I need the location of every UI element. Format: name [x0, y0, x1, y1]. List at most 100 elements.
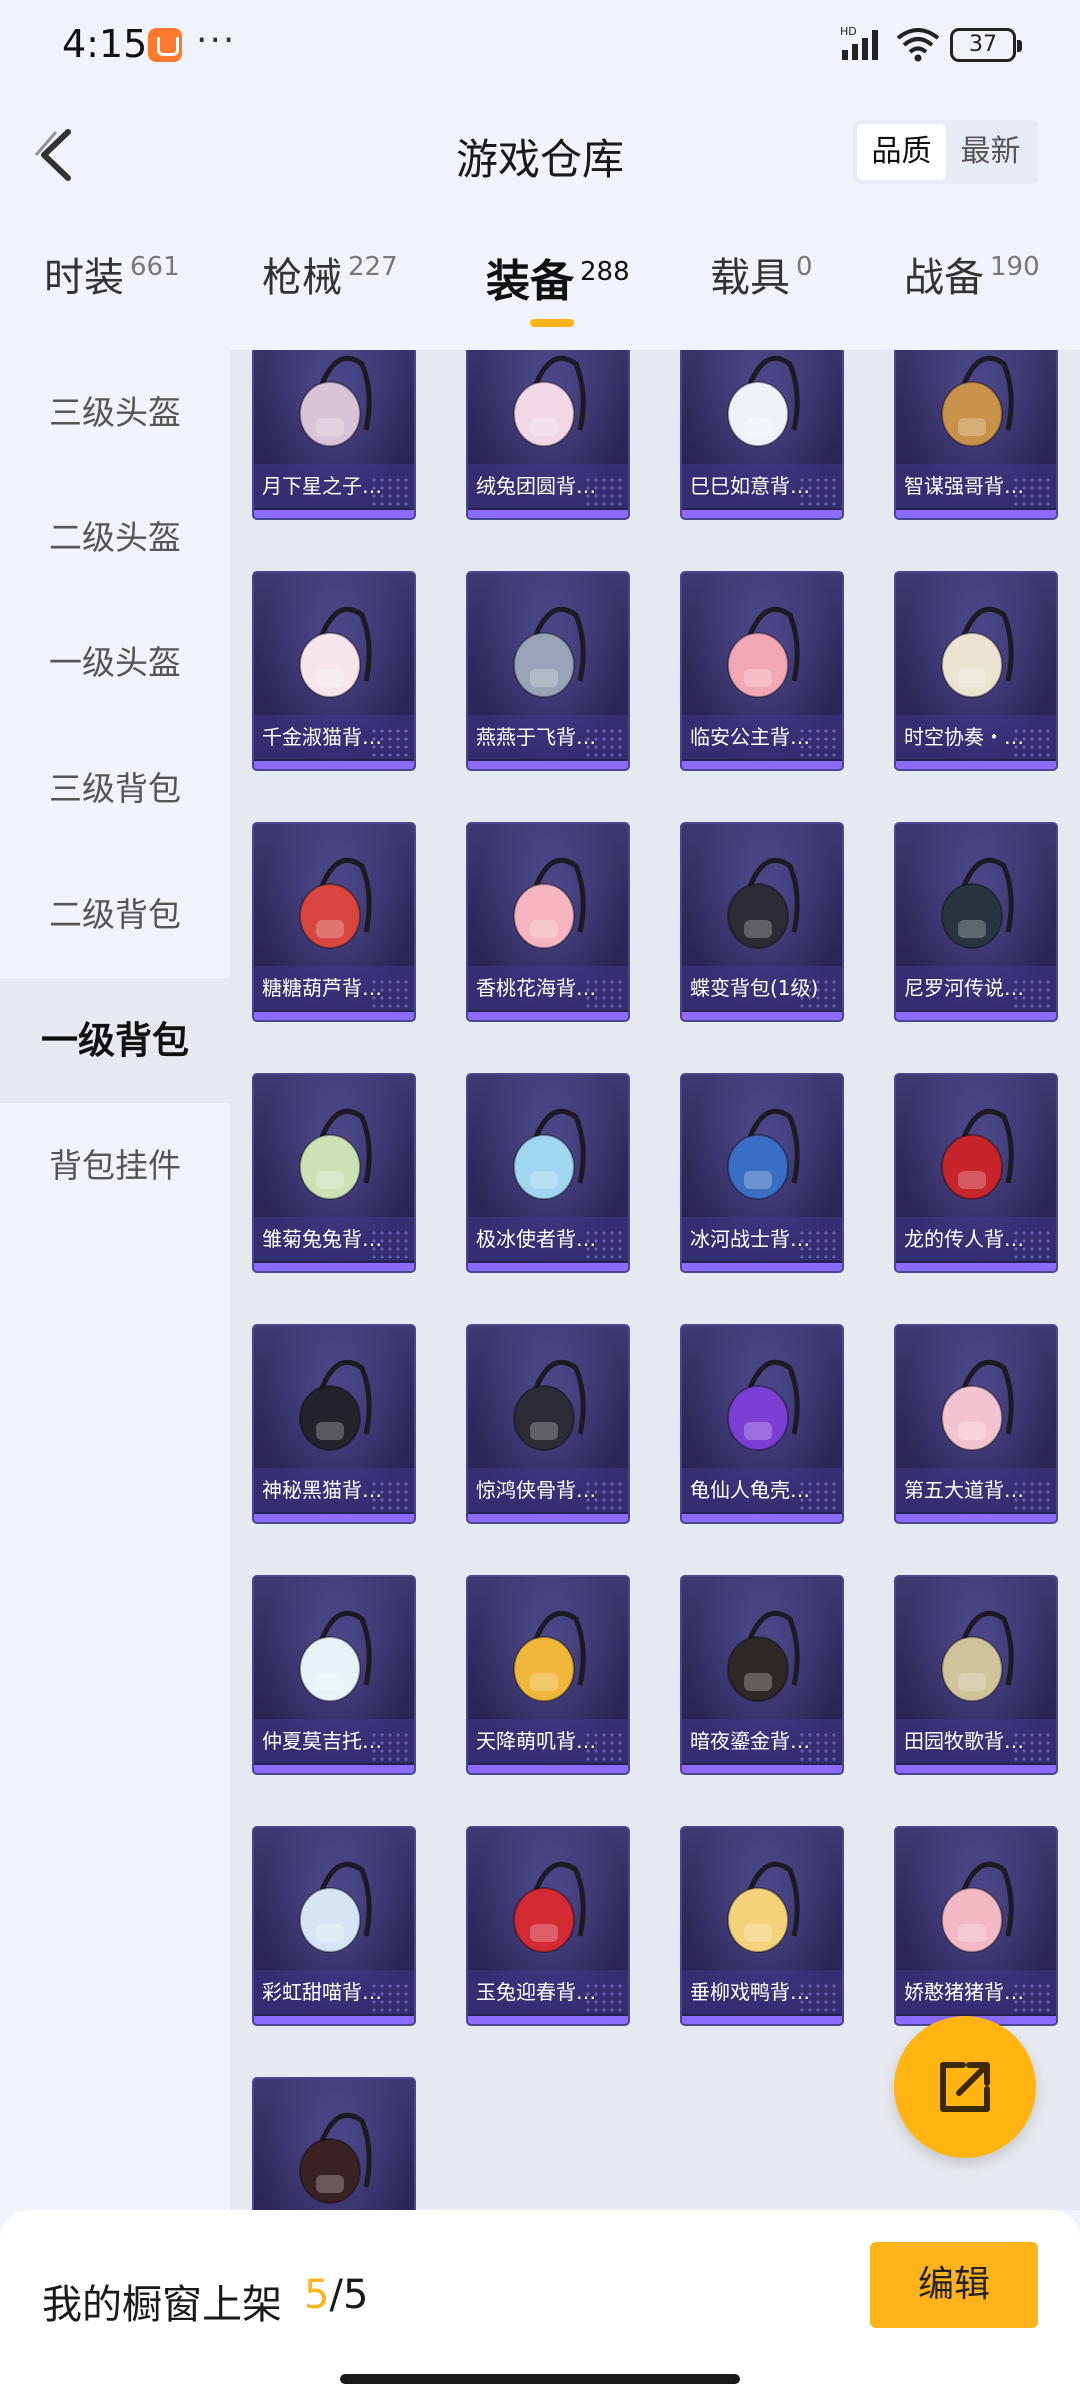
showcase-max: 5	[342, 2272, 369, 2318]
backpack-card[interactable]: 仲夏莫吉托…	[252, 1575, 416, 1775]
tab-label: 载具	[710, 255, 790, 301]
backpack-card[interactable]: 龟仙人龟壳…	[680, 1324, 844, 1524]
backpack-card[interactable]: 香桃花海背…	[466, 822, 630, 1022]
backpack-card[interactable]: 彩虹甜喵背…	[252, 1826, 416, 2026]
rarity-bar	[254, 761, 414, 769]
sidebar-item-backpack-lv3[interactable]: 三级背包	[0, 726, 230, 851]
sidebar-item-backpack-lv2[interactable]: 二级背包	[0, 852, 230, 977]
tab-battle-gear[interactable]: 战备 190	[904, 245, 1040, 335]
backpack-card[interactable]: 临安公主背…	[680, 571, 844, 771]
backpack-card[interactable]: 雏菊兔兔背…	[252, 1073, 416, 1273]
backpack-icon	[941, 1108, 1014, 1200]
sort-option-latest[interactable]: 最新	[946, 124, 1035, 180]
backpack-card[interactable]: 千金淑猫背…	[252, 571, 416, 771]
rarity-bar	[682, 2016, 842, 2024]
tab-firearms[interactable]: 枪械 227	[262, 245, 398, 335]
edit-button[interactable]: 编辑	[870, 2242, 1038, 2328]
card-pattern	[798, 476, 838, 506]
card-pattern	[1012, 978, 1052, 1008]
tab-vehicles[interactable]: 载具 0	[710, 245, 813, 335]
share-button[interactable]	[894, 2016, 1036, 2158]
backpack-card[interactable]: 月下星之子…	[252, 350, 416, 520]
home-indicator[interactable]	[340, 2374, 740, 2384]
backpack-icon	[299, 1610, 372, 1702]
tab-label: 战备	[904, 255, 984, 301]
backpack-card[interactable]: 暗夜鎏金背…	[680, 1575, 844, 1775]
backpack-card[interactable]: 时空协奏・…	[894, 571, 1058, 771]
status-bar: 4:15 ··· HD 37	[0, 0, 1080, 90]
backpack-icon	[513, 1861, 586, 1953]
more-notifications-icon: ···	[196, 20, 237, 61]
backpack-card[interactable]: 田园牧歌背…	[894, 1575, 1058, 1775]
card-pattern	[584, 727, 624, 757]
backpack-icon	[513, 1108, 586, 1200]
backpack-card[interactable]: 娇憨猪猪背…	[894, 1826, 1058, 2026]
rarity-bar	[254, 1012, 414, 1020]
card-pattern	[798, 1982, 838, 2012]
card-pattern	[584, 1229, 624, 1259]
backpack-card[interactable]: 天降萌叽背…	[466, 1575, 630, 1775]
header: 游戏仓库 品质 最新	[0, 100, 1080, 210]
rarity-bar	[682, 761, 842, 769]
sidebar-item-backpack-lv1[interactable]: 一级背包	[0, 978, 230, 1103]
card-pattern	[370, 476, 410, 506]
tab-count: 0	[796, 252, 813, 282]
rarity-bar	[896, 1514, 1056, 1522]
sidebar-item-helmet-lv3[interactable]: 三级头盔	[0, 350, 230, 475]
showcase-count: 5/5	[304, 2272, 368, 2318]
backpack-card[interactable]: 惊鸿侠骨背…	[466, 1324, 630, 1524]
card-pattern	[1012, 1480, 1052, 1510]
rarity-bar	[254, 510, 414, 518]
backpack-card[interactable]: 垂柳戏鸭背…	[680, 1826, 844, 2026]
card-pattern	[798, 978, 838, 1008]
backpack-icon	[727, 1108, 800, 1200]
backpack-card[interactable]: 蝶变背包(1级)	[680, 822, 844, 1022]
app-root: 4:15 ··· HD 37 游戏仓库 品质 最新 时装 661 枪械 227 …	[0, 0, 1080, 2400]
backpack-card[interactable]: 巳巳如意背…	[680, 350, 844, 520]
sort-option-quality[interactable]: 品质	[857, 124, 946, 180]
rarity-bar	[468, 1012, 628, 1020]
card-pattern	[370, 1731, 410, 1761]
backpack-card[interactable]: 冰河战士背…	[680, 1073, 844, 1273]
sidebar-item-backpack-pendant[interactable]: 背包挂件	[0, 1103, 230, 1228]
signal-icon: HD	[840, 25, 878, 60]
card-pattern	[584, 978, 624, 1008]
backpack-card[interactable]: 第五大道背…	[894, 1324, 1058, 1524]
backpack-card[interactable]: 绒兔团圆背…	[466, 350, 630, 520]
rarity-bar	[468, 510, 628, 518]
backpack-icon	[299, 355, 372, 447]
rarity-bar	[896, 1765, 1056, 1773]
rarity-bar	[896, 1012, 1056, 1020]
rarity-bar	[254, 1765, 414, 1773]
rarity-bar	[468, 761, 628, 769]
backpack-card[interactable]: 燕燕于飞背…	[466, 571, 630, 771]
active-tab-underline	[530, 319, 574, 327]
backpack-icon	[941, 1861, 1014, 1953]
backpack-icon	[513, 606, 586, 698]
showcase-separator: /	[329, 2272, 343, 2318]
showcase-current: 5	[304, 2272, 330, 2318]
backpack-icon	[513, 355, 586, 447]
tab-label: 装备	[486, 256, 574, 307]
card-pattern	[370, 727, 410, 757]
tab-count: 661	[130, 252, 180, 282]
sidebar-item-helmet-lv1[interactable]: 一级头盔	[0, 600, 230, 725]
backpack-card[interactable]: 智谋强哥背…	[894, 350, 1058, 520]
backpack-card[interactable]: 极冰使者背…	[466, 1073, 630, 1273]
battery-icon: 37	[950, 28, 1022, 62]
card-pattern	[370, 978, 410, 1008]
sidebar-item-helmet-lv2[interactable]: 二级头盔	[0, 475, 230, 600]
backpack-icon	[513, 857, 586, 949]
card-pattern	[1012, 476, 1052, 506]
backpack-icon	[299, 1861, 372, 1953]
rarity-bar	[682, 1514, 842, 1522]
backpack-card[interactable]: 糖糖葫芦背…	[252, 822, 416, 1022]
tab-fashion[interactable]: 时装 661	[44, 245, 180, 335]
backpack-card[interactable]: 破晓战魂背…	[252, 2077, 416, 2210]
backpack-card[interactable]: 龙的传人背…	[894, 1073, 1058, 1273]
backpack-card[interactable]: 神秘黑猫背…	[252, 1324, 416, 1524]
backpack-icon	[513, 1359, 586, 1451]
item-grid: 月下星之子… 绒兔团圆背… 巳巳如意背… 智谋强哥背… 千金淑猫背… 燕燕于飞背… 临安公主…	[230, 350, 1080, 2210]
backpack-card[interactable]: 玉兔迎春背…	[466, 1826, 630, 2026]
backpack-card[interactable]: 尼罗河传说…	[894, 822, 1058, 1022]
